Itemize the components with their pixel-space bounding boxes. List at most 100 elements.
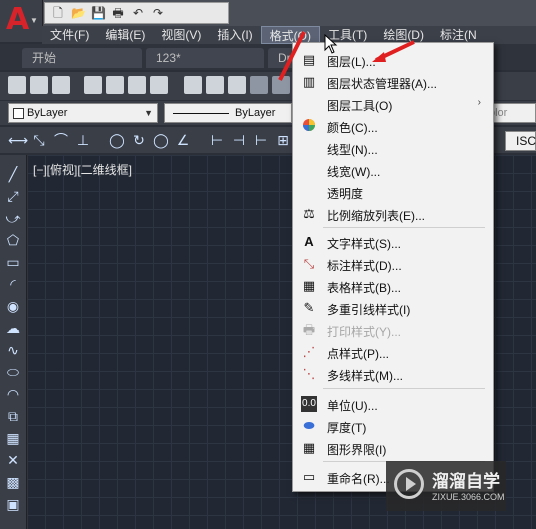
new-file-icon[interactable]: 🗋 <box>51 6 65 20</box>
new-icon[interactable] <box>8 76 26 94</box>
units-icon: 0.0 <box>301 396 317 412</box>
application-menu-button[interactable]: A ▼ <box>0 0 43 42</box>
plot-icon[interactable] <box>84 76 102 94</box>
color-wheel-icon <box>301 118 317 134</box>
angular-icon[interactable]: ∠ <box>174 131 192 149</box>
arc-icon[interactable]: ◜ <box>4 275 22 293</box>
gradient-icon[interactable]: ▣ <box>4 495 22 513</box>
continue-icon[interactable]: ⊢ <box>252 131 270 149</box>
ellipse-icon[interactable]: ⬭ <box>4 363 22 381</box>
menu-item-text-style[interactable]: A 文字样式(S)... <box>293 231 491 253</box>
spline-icon[interactable]: ∿ <box>4 341 22 359</box>
publish-icon[interactable] <box>128 76 146 94</box>
menu-insert[interactable]: 插入(I) <box>209 26 260 44</box>
undo-icon[interactable]: ↶ <box>131 6 145 20</box>
menu-item-table-style[interactable]: ▦ 表格样式(B)... <box>293 275 491 297</box>
menu-separator <box>323 227 485 228</box>
save-icon[interactable] <box>52 76 70 94</box>
line-preview <box>173 113 229 114</box>
layer-value: ByLayer <box>27 107 68 119</box>
dim-style-combobox[interactable]: ISC <box>505 131 536 151</box>
watermark-title: 溜溜自学 <box>432 472 500 492</box>
polygon-icon[interactable]: ⬠ <box>4 231 22 249</box>
radius-icon[interactable]: ◯ <box>108 131 126 149</box>
menu-item-layer-tools[interactable]: 图层工具(O) › <box>293 93 491 115</box>
circle-icon[interactable]: ◉ <box>4 297 22 315</box>
make-block-icon[interactable]: ▦ <box>4 429 22 447</box>
construction-line-icon[interactable]: ⤢ <box>4 187 22 205</box>
menu-item-layer-states[interactable]: ▥ 图层状态管理器(A)... <box>293 71 491 93</box>
rectangle-icon[interactable]: ▭ <box>4 253 22 271</box>
play-logo-icon <box>394 469 424 499</box>
layer-combobox[interactable]: ByLayer ▼ <box>8 103 158 123</box>
cut-icon[interactable] <box>184 76 202 94</box>
ordinate-icon[interactable]: ⊥ <box>74 131 92 149</box>
match-properties-icon[interactable] <box>250 76 268 94</box>
watermark-url: ZIXUE.3066.COM <box>432 492 505 502</box>
line-icon[interactable]: ╱ <box>4 165 22 183</box>
table-style-icon: ▦ <box>302 278 316 293</box>
menu-edit[interactable]: 编辑(E) <box>97 26 153 44</box>
format-menu: ▤ 图层(L)... ▥ 图层状态管理器(A)... 图层工具(O) › 颜色(… <box>292 42 494 492</box>
print-icon[interactable]: 🖶 <box>111 6 125 20</box>
quick-dim-icon[interactable]: ⊢ <box>208 131 226 149</box>
linetype-combobox[interactable]: ByLayer <box>164 103 292 123</box>
ellipse-arc-icon[interactable]: ◠ <box>4 385 22 403</box>
menu-item-transparency[interactable]: 透明度 <box>293 181 491 203</box>
menu-item-lineweight[interactable]: 线宽(W)... <box>293 159 491 181</box>
menu-item-thickness[interactable]: ⬬ 厚度(T) <box>293 415 491 437</box>
chevron-right-icon: › <box>477 97 481 108</box>
menu-file[interactable]: 文件(F) <box>42 26 97 44</box>
tab-123[interactable]: 123* <box>146 48 264 68</box>
dim-style-icon: ⤡ <box>303 256 315 271</box>
paste-icon[interactable] <box>228 76 246 94</box>
menu-item-drawing-limits[interactable]: ▦ 图形界限(I) <box>293 437 491 459</box>
menu-item-units[interactable]: 0.0 单位(U)... <box>293 393 491 415</box>
open-file-icon[interactable]: 📂 <box>71 6 86 20</box>
menu-item-linetype[interactable]: 线型(N)... <box>293 137 491 159</box>
preview-icon[interactable] <box>106 76 124 94</box>
revcloud-icon[interactable]: ☁ <box>4 319 22 337</box>
plot-style-icon: 🖶 <box>302 322 316 337</box>
red-arrow-annotation <box>372 40 415 62</box>
hatch-icon[interactable]: ▩ <box>4 473 22 491</box>
menu-item-scale-list[interactable]: ⚖ 比例缩放列表(E)... <box>293 203 491 225</box>
copy-icon[interactable] <box>206 76 224 94</box>
3d-print-icon[interactable] <box>150 76 168 94</box>
menu-item-dim-style[interactable]: ⤡ 标注样式(D)... <box>293 253 491 275</box>
tab-start[interactable]: 开始 <box>22 48 142 68</box>
watermark: 溜溜自学 ZIXUE.3066.COM <box>386 461 506 511</box>
save-icon[interactable]: 💾 <box>91 6 106 20</box>
redo-icon[interactable]: ↷ <box>151 6 165 20</box>
text-style-icon: A <box>304 234 314 249</box>
menu-item-mline-style[interactable]: ⋱ 多线样式(M)... <box>293 363 491 385</box>
mline-style-icon: ⋱ <box>302 366 316 381</box>
space-icon[interactable]: ⊞ <box>274 131 292 149</box>
menu-item-mleader-style[interactable]: ✎ 多重引线样式(I) <box>293 297 491 319</box>
diameter-icon[interactable]: ◯ <box>152 131 170 149</box>
insert-block-icon[interactable]: ⧉ <box>4 407 22 425</box>
point-style-icon: ⋰ <box>302 344 316 359</box>
linear-dim-icon[interactable]: ⟷ <box>8 131 28 149</box>
point-icon[interactable]: ✕ <box>4 451 22 469</box>
baseline-icon[interactable]: ⊣ <box>230 131 248 149</box>
quick-access-toolbar: 🗋 📂 💾 🖶 ↶ ↷ <box>44 2 229 24</box>
jogged-icon[interactable]: ↻ <box>130 131 148 149</box>
polyline-icon[interactable]: ⤻ <box>4 209 22 227</box>
chevron-down-icon: ▼ <box>144 108 153 118</box>
chevron-down-icon: ▼ <box>30 16 38 25</box>
arc-length-icon[interactable]: ⌒ <box>52 131 70 149</box>
draw-toolbar: ╱ ⤢ ⤻ ⬠ ▭ ◜ ◉ ☁ ∿ ⬭ ◠ ⧉ ▦ ✕ ▩ ▣ <box>0 155 27 529</box>
menu-separator <box>323 388 485 389</box>
mouse-cursor-icon <box>324 34 338 54</box>
menu-view[interactable]: 视图(V) <box>153 26 209 44</box>
autocad-logo-icon: A <box>6 2 30 37</box>
viewport-controls[interactable]: [−][俯视][二维线框] <box>33 161 132 178</box>
menu-item-color[interactable]: 颜色(C)... <box>293 115 491 137</box>
linetype-value: ByLayer <box>235 107 276 119</box>
menu-item-point-style[interactable]: ⋰ 点样式(P)... <box>293 341 491 363</box>
thickness-icon: ⬬ <box>303 418 315 433</box>
red-arrow-annotation <box>278 31 306 81</box>
aligned-dim-icon[interactable]: ⤡ <box>30 131 48 149</box>
open-icon[interactable] <box>30 76 48 94</box>
